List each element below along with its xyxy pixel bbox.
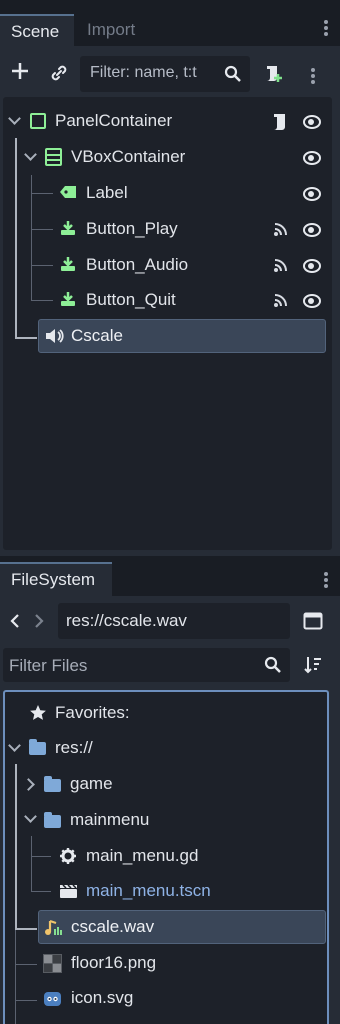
toggle-split-mode-icon[interactable] [303,612,323,630]
tree-row-label[interactable]: Label [0,176,340,212]
visibility-eye-icon[interactable] [303,185,321,201]
node-label: VBoxContainer [71,147,186,166]
godot-logo-icon [44,992,61,1006]
node-label: Button_Play [86,219,178,238]
folder-icon [29,739,46,755]
label-node-icon [60,186,76,198]
tab-import[interactable]: Import [76,14,146,46]
visibility-eye-icon[interactable] [303,221,321,237]
tree-row-button-play[interactable]: Button_Play [0,212,340,248]
tab-scene[interactable]: Scene [0,14,74,46]
back-icon[interactable] [10,613,20,629]
audio-file-icon [45,919,62,935]
signal-connection-icon[interactable] [273,258,288,273]
tab-filesystem[interactable]: FileSystem [0,562,112,596]
visibility-eye-icon[interactable] [303,149,321,165]
folder-icon [44,812,61,828]
tree-row-cscale[interactable]: Cscale [38,319,326,353]
chevron-right-icon[interactable] [22,778,35,791]
favorites-label: Favorites: [55,703,130,722]
filesystem-menu-icon[interactable] [324,570,328,590]
file-label: icon.svg [71,988,134,1007]
search-icon [264,656,281,673]
add-node-icon[interactable] [8,60,32,88]
visibility-eye-icon[interactable] [303,113,321,129]
file-row-game[interactable]: game [0,767,340,803]
node-label: PanelContainer [55,111,173,130]
folder-icon [44,776,61,792]
tree-row-panelcontainer[interactable]: PanelContainer [0,104,340,140]
chevron-down-icon[interactable] [24,148,37,161]
node-label: Label [86,183,128,202]
file-label: game [70,774,113,793]
file-label: floor16.png [71,953,157,972]
script-icon[interactable] [271,112,289,132]
signal-connection-icon[interactable] [273,222,288,237]
scene-filter-input[interactable]: Filter: name, t:t [80,56,250,92]
button-node-icon [61,221,75,235]
panel-container-icon [30,113,46,129]
filter-files-input[interactable]: Filter Files [3,648,290,682]
file-row-main-menu-tscn[interactable]: main_menu.tscn [0,874,340,910]
visibility-eye-icon[interactable] [303,292,321,308]
scene-dock-menu-icon[interactable] [324,18,328,38]
attach-script-icon[interactable] [263,62,285,86]
button-node-icon [61,257,75,271]
node-label: Button_Audio [86,255,189,274]
file-label: cscale.wav [71,917,155,936]
scene-options-icon[interactable] [311,66,315,86]
file-label: main_menu.tscn [86,881,211,900]
search-icon [224,65,241,82]
path-field[interactable]: res://cscale.wav [58,603,290,639]
file-row-mainmenu[interactable]: mainmenu [0,803,340,839]
image-thumbnail-icon [43,954,62,973]
tree-row-vboxcontainer[interactable]: VBoxContainer [0,140,340,176]
chevron-down-icon[interactable] [24,810,37,823]
audio-stream-player-icon [46,329,64,343]
chevron-down-icon[interactable] [8,112,21,125]
file-row-floor16-png[interactable]: floor16.png [0,946,340,982]
star-icon [30,705,46,720]
forward-icon[interactable] [34,613,44,629]
file-row-main-menu-gd[interactable]: main_menu.gd [0,839,340,875]
vbox-container-icon [45,148,62,166]
node-label: Button_Quit [86,290,176,309]
favorites-row[interactable]: Favorites: [0,696,340,732]
clapperboard-icon [60,884,77,898]
signal-connection-icon[interactable] [273,293,288,308]
file-row-res[interactable]: res:// [0,731,340,767]
tree-row-button-quit[interactable]: Button_Quit [0,283,340,319]
file-row-cscale-wav[interactable]: cscale.wav [38,910,326,944]
gear-icon [60,848,76,864]
file-label: res:// [55,738,93,757]
file-row-icon-svg[interactable]: icon.svg [0,981,340,1017]
file-label: main_menu.gd [86,846,199,865]
instantiate-scene-icon[interactable] [48,62,72,86]
file-label: mainmenu [70,810,150,829]
sort-icon[interactable] [303,655,323,675]
node-label: Cscale [71,326,123,345]
visibility-eye-icon[interactable] [303,257,321,273]
button-node-icon [61,292,75,306]
tree-row-button-audio[interactable]: Button_Audio [0,248,340,284]
chevron-down-icon[interactable] [8,739,21,752]
